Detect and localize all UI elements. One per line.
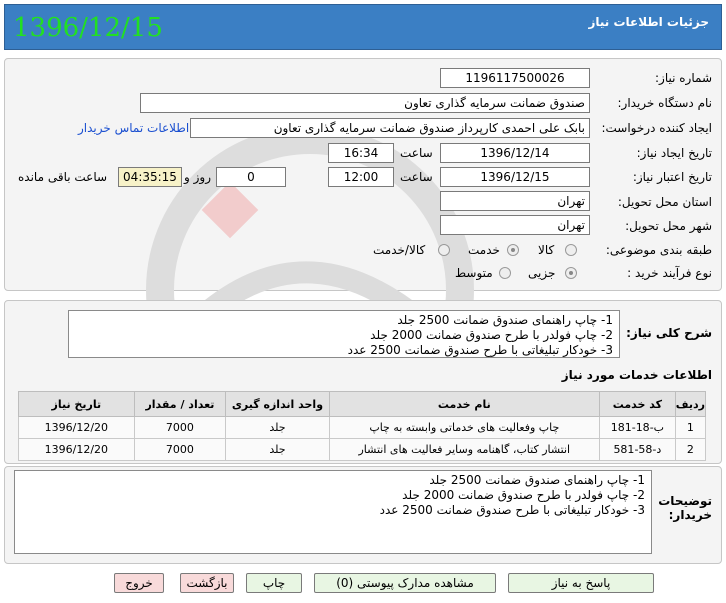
purchase-medium-label: متوسط — [455, 266, 493, 280]
service-name: چاپ وفعالیت های خدماتی وابسته به چاپ — [328, 416, 600, 439]
page-header: جزئیات اطلاعات نیاز 1396/12/15 — [4, 4, 722, 50]
created-time-label: ساعت — [400, 146, 433, 160]
created-time-field: 16:34 — [328, 143, 394, 163]
category-goods-label: کالا — [538, 243, 555, 257]
province-field: تهران — [440, 191, 590, 211]
col-need-date: تاریخ نیاز — [18, 391, 135, 417]
category-goods-radio[interactable] — [565, 244, 577, 256]
exit-button[interactable]: خروج — [114, 573, 164, 593]
need-number-field: 1196117500026 — [440, 68, 590, 88]
province-label: استان محل تحویل: — [617, 195, 712, 209]
valid-date-label: تاریخ اعتبار نیاز: — [632, 170, 712, 184]
quantity: 7000 — [133, 438, 227, 461]
category-both-radio[interactable] — [438, 244, 450, 256]
reply-button[interactable]: پاسخ به نیاز — [508, 573, 654, 593]
service-code: ب-18-181 — [598, 416, 676, 439]
summary-line: 1- چاپ راهنمای صندوق ضمانت 2500 جلد — [397, 313, 613, 327]
purchase-minor-label: جزیی — [528, 266, 556, 280]
valid-time-field: 12:00 — [328, 167, 394, 187]
city-field: تهران — [440, 215, 590, 235]
purchase-medium-radio[interactable] — [499, 267, 511, 279]
valid-time-label: ساعت — [400, 170, 433, 184]
col-unit: واحد اندازه گیری — [225, 391, 330, 417]
category-both-label: کالا/خدمت — [373, 243, 426, 257]
view-attachments-button[interactable]: مشاهده مدارک پیوستی (0) — [314, 573, 496, 593]
print-button[interactable]: چاپ — [246, 573, 302, 593]
row-number: 2 — [674, 438, 707, 461]
services-table: ردیف کد خدمت نام خدمت واحد اندازه گیری ت… — [18, 391, 707, 461]
category-service-radio[interactable] — [507, 244, 519, 256]
summary-line: 2- چاپ فولدر با طرح صندوق ضمانت 2000 جلد — [370, 328, 613, 342]
city-label: شهر محل تحویل: — [625, 219, 712, 233]
row-number: 1 — [674, 416, 707, 439]
col-quantity: تعداد / مقدار — [133, 391, 227, 417]
col-row-number: ردیف — [674, 391, 707, 417]
summary-line: 3- خودکار تبلیغاتی با طرح صندوق ضمانت 25… — [347, 343, 613, 357]
service-code: د-58-581 — [598, 438, 676, 461]
need-number-label: شماره نیاز: — [655, 71, 712, 85]
buyer-notes-label: توضیحات خریدار: — [658, 494, 712, 522]
col-service-name: نام خدمت — [328, 391, 600, 417]
buyer-notes-line: 2- چاپ فولدر با طرح صندوق ضمانت 2000 جلد — [402, 488, 645, 502]
unit: جلد — [225, 416, 330, 439]
need-date: 1396/12/20 — [18, 438, 135, 461]
buyer-org-label: نام دستگاه خریدار: — [617, 96, 713, 110]
buyer-notes-line: 1- چاپ راهنمای صندوق ضمانت 2500 جلد — [429, 473, 645, 487]
buyer-contact-link[interactable]: اطلاعات تماس خریدار — [78, 121, 189, 135]
valid-date-field: 1396/12/15 — [440, 167, 590, 187]
table-row[interactable]: 2 د-58-581 انتشار کتاب، گاهنامه وسایر فع… — [18, 438, 707, 461]
summary-textarea[interactable]: 1- چاپ راهنمای صندوق ضمانت 2500 جلد 2- چ… — [68, 310, 620, 358]
summary-label: شرح کلی نیاز: — [626, 326, 712, 340]
remaining-time-field: 04:35:15 — [118, 167, 182, 187]
buyer-notes-textarea[interactable]: 1- چاپ راهنمای صندوق ضمانت 2500 جلد 2- چ… — [14, 470, 652, 554]
remaining-time-label: ساعت باقی مانده — [18, 170, 108, 184]
created-date-field: 1396/12/14 — [440, 143, 590, 163]
page-title: جزئیات اطلاعات نیاز — [588, 15, 709, 29]
header-date: 1396/12/15 — [13, 13, 163, 43]
quantity: 7000 — [133, 416, 227, 439]
buyer-notes-line: 3- خودکار تبلیغاتی با طرح صندوق ضمانت 25… — [379, 503, 645, 517]
purchase-type-label: نوع فرآیند خرید : — [627, 266, 712, 280]
purchase-minor-radio[interactable] — [565, 267, 577, 279]
services-header-row: ردیف کد خدمت نام خدمت واحد اندازه گیری ت… — [18, 391, 707, 417]
service-name: انتشار کتاب، گاهنامه وسایر فعالیت های ان… — [328, 438, 600, 461]
unit: جلد — [225, 438, 330, 461]
col-service-code: کد خدمت — [598, 391, 676, 417]
category-label: طبقه بندی موضوعی: — [605, 243, 712, 257]
creator-label: ایجاد کننده درخواست: — [601, 121, 712, 135]
days-label: روز و — [184, 170, 211, 184]
remaining-days-field: 0 — [216, 167, 286, 187]
back-button[interactable]: بازگشت — [180, 573, 234, 593]
table-row[interactable]: 1 ب-18-181 چاپ وفعالیت های خدماتی وابسته… — [18, 416, 707, 439]
services-heading: اطلاعات خدمات مورد نیاز — [561, 368, 712, 382]
buyer-org-field: صندوق ضمانت سرمایه گذاری تعاون — [140, 93, 590, 113]
created-date-label: تاریخ ایجاد نیاز: — [636, 146, 712, 160]
category-service-label: خدمت — [468, 243, 500, 257]
need-date: 1396/12/20 — [18, 416, 135, 439]
creator-field: بابک علی احمدی کارپرداز صندوق ضمانت سرما… — [190, 118, 590, 138]
